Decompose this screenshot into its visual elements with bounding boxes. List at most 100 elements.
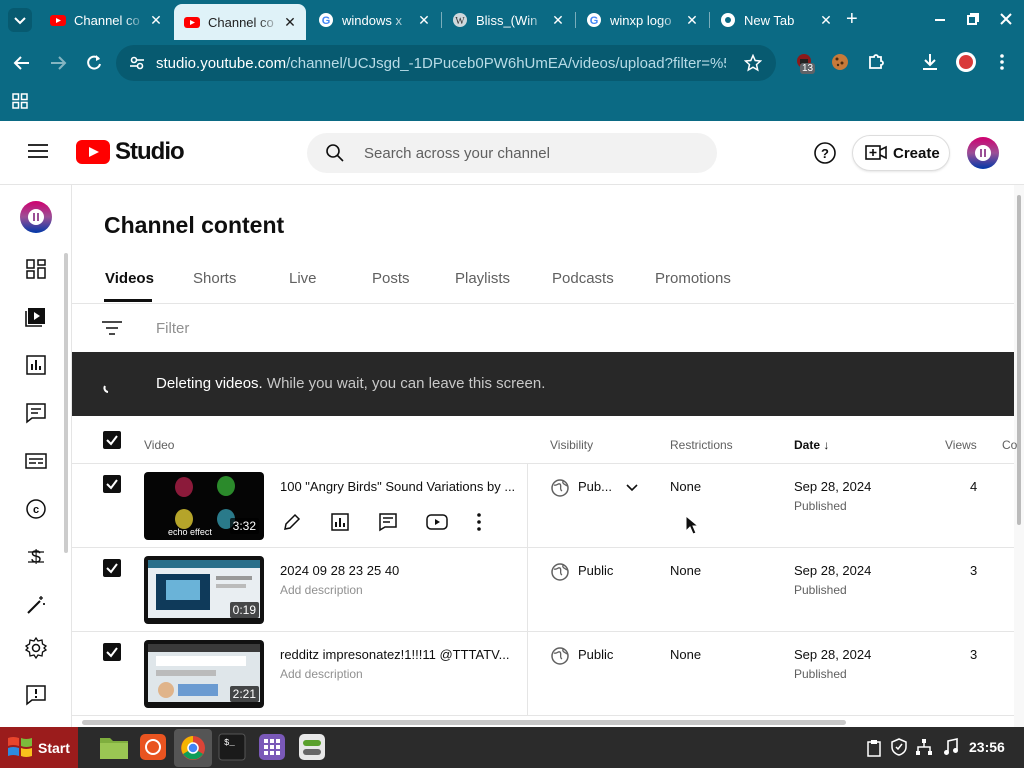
- analytics-icon[interactable]: [24, 353, 48, 377]
- restore-window-icon[interactable]: [965, 11, 981, 27]
- browser-tab[interactable]: New Tab ✕: [710, 6, 842, 34]
- minimize-window-icon[interactable]: [932, 11, 948, 27]
- close-tab-icon[interactable]: ✕: [548, 12, 568, 29]
- video-thumbnail[interactable]: echo effect 3:32: [144, 472, 264, 540]
- tab-search-button[interactable]: [8, 8, 32, 32]
- browser-tab[interactable]: W Bliss_(Win ✕: [442, 6, 574, 34]
- close-tab-icon[interactable]: ✕: [682, 12, 702, 29]
- horizontal-scrollbar[interactable]: [82, 720, 846, 725]
- subtitles-icon[interactable]: [24, 449, 48, 473]
- row-checkbox[interactable]: [103, 559, 121, 577]
- new-tab-button[interactable]: +: [846, 9, 858, 29]
- table-row[interactable]: 0:19 2024 09 28 23 25 40 Add description…: [72, 548, 1014, 632]
- comments-icon[interactable]: [378, 512, 398, 532]
- app-grid-icon[interactable]: [258, 733, 286, 766]
- row-checkbox[interactable]: [103, 643, 121, 661]
- visibility-dropdown-icon[interactable]: [624, 480, 640, 496]
- column-visibility[interactable]: Visibility: [550, 438, 593, 452]
- more-options-icon[interactable]: [476, 512, 482, 532]
- column-comments[interactable]: Co: [1002, 438, 1017, 452]
- video-title[interactable]: 100 "Angry Birds" Sound Variations by ..…: [280, 479, 516, 494]
- chrome-taskbar-icon[interactable]: [174, 729, 212, 767]
- reload-icon[interactable]: [84, 53, 104, 78]
- puzzle-extensions-icon[interactable]: [866, 52, 886, 77]
- visibility-value[interactable]: Public: [578, 647, 613, 662]
- copyright-icon[interactable]: c: [24, 497, 48, 521]
- settings-icon[interactable]: [24, 636, 48, 660]
- browser-menu-icon[interactable]: [992, 52, 1012, 77]
- tab-playlists[interactable]: Playlists: [455, 270, 510, 287]
- ubuntu-software-icon[interactable]: [139, 733, 167, 766]
- tab-promotions[interactable]: Promotions: [655, 270, 731, 287]
- sidebar-channel-avatar[interactable]: [20, 201, 52, 238]
- back-icon[interactable]: [12, 53, 32, 78]
- file-manager-icon[interactable]: [99, 734, 129, 765]
- visibility-value[interactable]: Pub...: [578, 479, 612, 494]
- column-views[interactable]: Views: [945, 438, 977, 452]
- browser-tab[interactable]: Channel co ✕: [40, 6, 172, 34]
- extension-icon[interactable]: 13: [794, 52, 816, 74]
- studio-logo[interactable]: Studio: [76, 138, 185, 166]
- visibility-value[interactable]: Public: [578, 563, 613, 578]
- add-description-link[interactable]: Add description: [280, 583, 363, 597]
- hamburger-menu-icon[interactable]: [28, 143, 48, 164]
- video-title[interactable]: 2024 09 28 23 25 40: [280, 563, 516, 578]
- select-all-checkbox[interactable]: [103, 431, 121, 449]
- address-bar[interactable]: studio.youtube.com/channel/UCJsgd_-1DPuc…: [116, 45, 776, 81]
- browser-tab-active[interactable]: Channel co ✕: [174, 4, 306, 40]
- download-icon[interactable]: [920, 52, 940, 77]
- tab-videos[interactable]: Videos: [105, 270, 154, 287]
- video-title[interactable]: redditz impresonatez!1!!!11 @TTTATV...: [280, 647, 516, 662]
- apps-grid-icon[interactable]: [12, 93, 28, 114]
- filter-input[interactable]: Filter: [156, 320, 189, 337]
- channel-avatar[interactable]: [967, 137, 999, 174]
- browser-tab[interactable]: G winxp logo ✕: [576, 6, 708, 34]
- video-thumbnail[interactable]: 2:21: [144, 640, 264, 708]
- edit-details-icon[interactable]: [282, 512, 302, 532]
- create-button[interactable]: Create: [852, 135, 950, 171]
- clipboard-tray-icon[interactable]: [866, 739, 882, 762]
- profile-avatar[interactable]: [955, 51, 977, 78]
- feedback-icon[interactable]: [24, 683, 48, 707]
- network-tray-icon[interactable]: [915, 738, 933, 761]
- view-on-youtube-icon[interactable]: [426, 512, 448, 532]
- channel-search-input[interactable]: Search across your channel: [307, 133, 717, 173]
- forward-icon[interactable]: [48, 53, 68, 78]
- add-description-link[interactable]: Add description: [280, 667, 363, 681]
- sound-tray-icon[interactable]: [943, 738, 959, 761]
- security-shield-tray-icon[interactable]: [890, 738, 908, 761]
- filter-icon[interactable]: [102, 320, 122, 341]
- bookmark-star-icon[interactable]: [744, 54, 762, 72]
- tab-live[interactable]: Live: [289, 270, 317, 287]
- sidebar-scrollbar[interactable]: [64, 253, 68, 553]
- tab-shorts[interactable]: Shorts: [193, 270, 236, 287]
- video-thumbnail[interactable]: 0:19: [144, 556, 264, 624]
- cookie-extension-icon[interactable]: [830, 52, 850, 77]
- table-row[interactable]: 2:21 redditz impresonatez!1!!!11 @TTTATV…: [72, 632, 1014, 716]
- help-icon[interactable]: ?: [813, 141, 837, 170]
- column-date[interactable]: Date ↓: [794, 438, 829, 452]
- tab-posts[interactable]: Posts: [372, 270, 410, 287]
- close-window-icon[interactable]: [998, 11, 1014, 27]
- close-tab-icon[interactable]: ✕: [414, 12, 434, 29]
- dashboard-icon[interactable]: [24, 257, 48, 281]
- column-restrictions[interactable]: Restrictions: [670, 438, 733, 452]
- main-scrollbar[interactable]: [1014, 185, 1024, 727]
- start-button[interactable]: Start: [0, 727, 78, 768]
- close-tab-icon[interactable]: ✕: [280, 14, 300, 31]
- table-row[interactable]: echo effect 3:32 100 "Angry Birds" Sound…: [72, 464, 1014, 548]
- row-checkbox[interactable]: [103, 475, 121, 493]
- content-icon[interactable]: [24, 305, 48, 329]
- site-info-icon[interactable]: [128, 54, 146, 72]
- close-tab-icon[interactable]: ✕: [146, 12, 166, 29]
- close-tab-icon[interactable]: ✕: [816, 12, 836, 29]
- analytics-icon[interactable]: [330, 512, 350, 532]
- earn-icon[interactable]: $: [24, 545, 48, 569]
- terminal-icon[interactable]: $_: [218, 733, 246, 766]
- settings-toggle-icon[interactable]: [298, 733, 326, 766]
- customization-icon[interactable]: [24, 593, 48, 617]
- tab-podcasts[interactable]: Podcasts: [552, 270, 614, 287]
- comments-icon[interactable]: [24, 401, 48, 425]
- clock[interactable]: 23:56: [969, 739, 1005, 755]
- browser-tab[interactable]: G windows x ✕: [308, 6, 440, 34]
